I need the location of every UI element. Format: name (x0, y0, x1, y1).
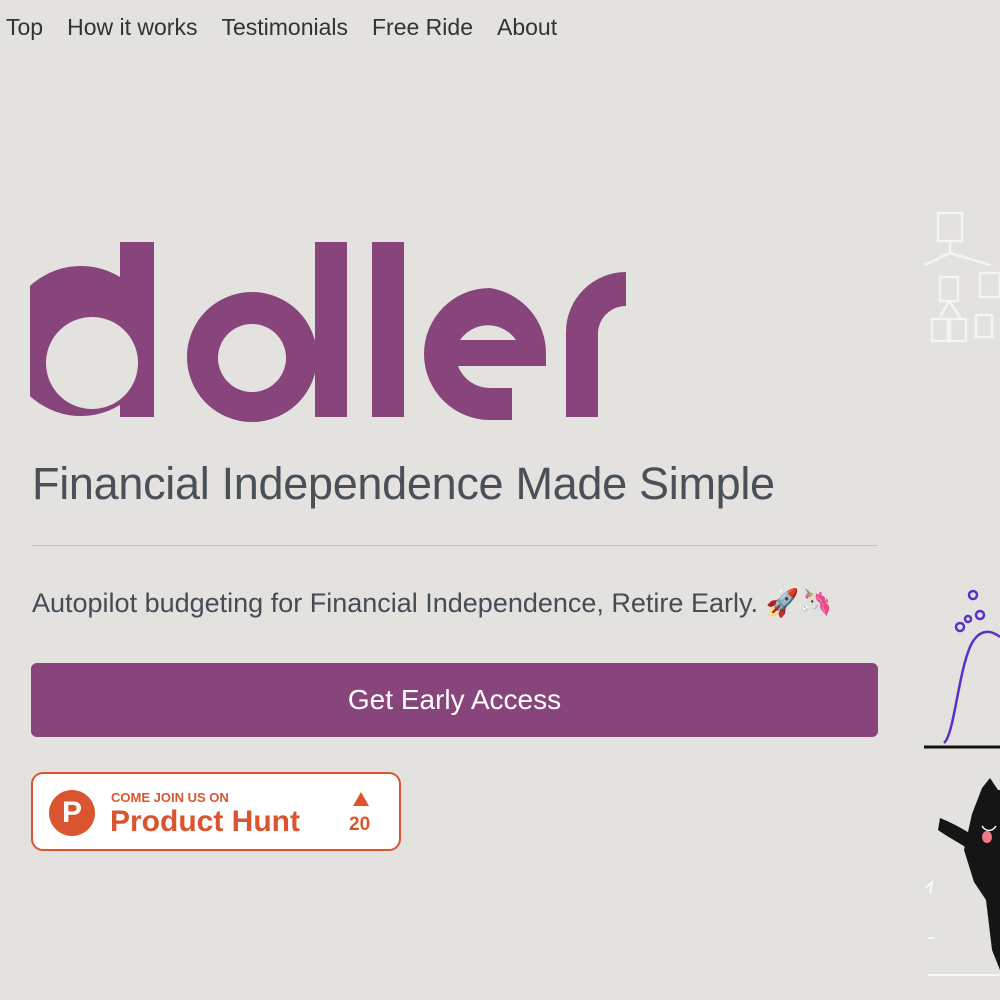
bell-curve-illustration (924, 589, 1000, 749)
doller-logo (30, 242, 626, 422)
divider (32, 545, 878, 546)
product-hunt-small-text: COME JOIN US ON (111, 790, 229, 805)
tree-diagram-illustration (924, 211, 1000, 343)
get-early-access-button[interactable]: Get Early Access (31, 663, 878, 737)
product-hunt-name: Product Hunt (110, 805, 300, 838)
upvote-arrow-icon (353, 792, 369, 806)
nav-free-ride[interactable]: Free Ride (372, 14, 473, 41)
upvote-count: 20 (349, 814, 371, 835)
landing-page: Top How it works Testimonials Free Ride … (0, 0, 1000, 1000)
nav-testimonials[interactable]: Testimonials (221, 14, 348, 41)
nav-how-it-works[interactable]: How it works (67, 14, 197, 41)
hero-subtitle: Autopilot budgeting for Financial Indepe… (32, 588, 833, 618)
hero-tagline: Financial Independence Made Simple (32, 458, 775, 509)
top-nav: Top How it works Testimonials Free Ride … (6, 14, 557, 41)
nav-about[interactable]: About (497, 14, 557, 41)
cat-illustration (925, 778, 1000, 976)
nav-top[interactable]: Top (6, 14, 43, 41)
product-hunt-badge[interactable]: P COME JOIN US ON Product Hunt 20 (31, 772, 401, 851)
product-hunt-logo-icon: P (49, 790, 95, 836)
